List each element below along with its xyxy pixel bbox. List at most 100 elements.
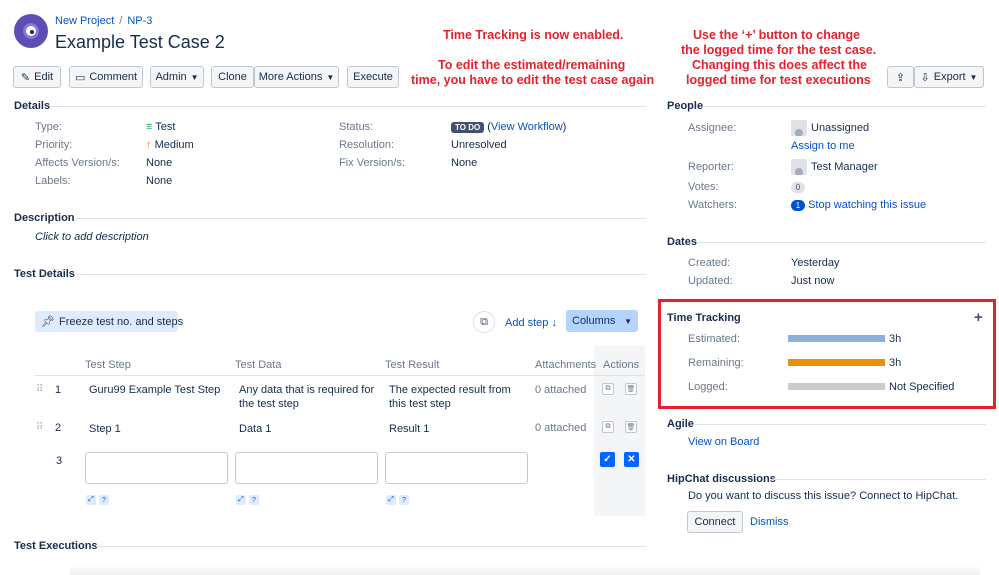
test-result-cell[interactable]: The expected result from this test step	[389, 383, 529, 411]
share-icon: ⇪	[895, 71, 906, 84]
annotation-line: the logged time for the test case.	[681, 43, 877, 57]
breadcrumb-project[interactable]: New Project	[55, 15, 114, 27]
affects-version-label: Affects Version/s:	[35, 157, 120, 169]
labels-label: Labels:	[35, 175, 71, 187]
remaining-value: 3h	[889, 357, 902, 369]
share-button[interactable]: ⇪	[887, 66, 914, 88]
copy-steps-button[interactable]: ⧉	[473, 311, 495, 333]
help-icon[interactable]: ?	[399, 495, 409, 505]
execute-button[interactable]: Execute	[347, 66, 399, 88]
labels-value[interactable]: None	[146, 175, 172, 187]
cancel-step-button[interactable]: ✕	[624, 452, 639, 467]
view-on-board-link[interactable]: View on Board	[688, 436, 759, 448]
column-header: Attachments	[535, 359, 597, 371]
test-data-cell[interactable]: Any data that is required for the test s…	[239, 383, 379, 411]
details-heading: Details	[14, 100, 51, 112]
arrow-up-icon: ↑	[146, 139, 152, 151]
clone-step-icon[interactable]: ⧉	[602, 421, 614, 433]
column-header: Test Step	[85, 359, 131, 371]
pencil-icon: ✎	[20, 71, 31, 84]
export-button-label: Export	[933, 71, 966, 83]
breadcrumb-issue-key[interactable]: NP-3	[127, 15, 152, 27]
test-executions-heading: Test Executions	[14, 540, 98, 552]
help-icon[interactable]: ⤢	[386, 495, 396, 505]
test-step-cell[interactable]: Step 1	[89, 422, 121, 436]
clone-button[interactable]: Clone	[211, 66, 254, 88]
annotation-line: time, you have to edit the test case aga…	[411, 73, 655, 87]
export-button[interactable]: ⇩ Export ▼	[914, 66, 984, 88]
new-step-input[interactable]	[85, 452, 228, 484]
comment-button[interactable]: ▭ Comment	[69, 66, 143, 88]
test-result-cell[interactable]: Result 1	[389, 422, 429, 436]
step-number: 3	[56, 455, 63, 467]
issue-title[interactable]: Example Test Case 2	[55, 32, 225, 53]
check-icon: ✓	[603, 454, 612, 465]
help-icon[interactable]: ?	[249, 495, 259, 505]
admin-button[interactable]: Admin ▼	[150, 66, 204, 88]
attachments-cell[interactable]: 0 attached	[535, 383, 586, 397]
chevron-down-icon: ▼	[969, 72, 978, 82]
column-header: Test Data	[235, 359, 282, 371]
project-avatar[interactable]	[14, 14, 48, 48]
expand-icon[interactable]: ⤢	[236, 495, 246, 505]
drag-handle-icon[interactable]: ⠿	[36, 384, 43, 395]
breadcrumb-separator: /	[119, 15, 123, 27]
confirm-step-button[interactable]: ✓	[600, 452, 615, 467]
clone-step-icon[interactable]: ⧉	[602, 383, 614, 395]
edit-button[interactable]: ✎ Edit	[13, 66, 61, 88]
close-icon: ✕	[627, 454, 636, 465]
resolution-value: Unresolved	[451, 139, 507, 151]
status-badge: TO DO	[451, 122, 485, 133]
watchers-value[interactable]: 1 Stop watching this issue	[791, 199, 926, 211]
resolution-label: Resolution:	[339, 139, 395, 151]
description-heading: Description	[14, 212, 75, 224]
watchers-badge: 1	[791, 200, 805, 211]
stop-watching-link[interactable]: Stop watching this issue	[808, 199, 926, 211]
test-details-heading: Test Details	[14, 268, 75, 280]
remaining-bar	[788, 359, 885, 366]
edit-button-label: Edit	[34, 71, 54, 83]
assignee-value[interactable]: Unassigned	[811, 122, 869, 134]
new-data-input[interactable]	[235, 452, 378, 484]
divider	[695, 424, 986, 425]
divider	[35, 375, 645, 376]
column-header: Test Result	[385, 359, 440, 371]
status-label: Status:	[339, 121, 374, 133]
user-avatar-icon	[791, 120, 807, 136]
more-actions-button[interactable]: More Actions ▼	[254, 66, 339, 88]
affects-version-value: None	[146, 157, 173, 169]
log-work-plus-icon[interactable]: +	[974, 309, 983, 326]
expand-icon[interactable]: ⤢	[86, 495, 96, 505]
connect-button-label: Connect	[694, 516, 736, 528]
trash-icon[interactable]: 🗑︎	[625, 421, 637, 433]
add-step-link[interactable]: Add step ↓	[505, 317, 557, 329]
more-actions-label: More Actions	[258, 71, 323, 83]
add-step-label: Add step	[505, 317, 549, 329]
new-result-input[interactable]	[385, 452, 528, 484]
assignee-label: Assignee:	[688, 122, 737, 134]
freeze-button[interactable]: 📌︎ Freeze test no. and steps	[35, 311, 183, 332]
trash-icon[interactable]: 🗑︎	[625, 383, 637, 395]
test-step-cell[interactable]: Guru99 Example Test Step	[89, 383, 229, 397]
test-data-cell[interactable]: Data 1	[239, 422, 271, 436]
help-icon[interactable]: ?	[99, 495, 109, 505]
reporter-value[interactable]: Test Manager	[811, 161, 878, 173]
estimated-bar	[788, 335, 885, 342]
priority-value: ↑ Medium	[146, 139, 194, 151]
description-placeholder[interactable]: Click to add description	[35, 231, 149, 243]
annotation-line: Use the ‘+’ button to change	[693, 28, 861, 42]
votes-value[interactable]: 0	[791, 181, 805, 193]
clone-button-label: Clone	[218, 71, 247, 83]
user-avatar-icon	[791, 159, 807, 175]
columns-button[interactable]: Columns ▼	[566, 310, 638, 332]
assign-to-me-link[interactable]: Assign to me	[791, 140, 855, 152]
drag-handle-icon[interactable]: ⠿	[36, 422, 43, 433]
copy-icon: ⧉	[480, 315, 488, 328]
connect-button[interactable]: Connect	[687, 511, 743, 533]
admin-button-label: Admin	[155, 71, 187, 83]
estimated-label: Estimated:	[688, 333, 740, 345]
view-workflow-link[interactable]: View Workflow	[491, 121, 563, 133]
dismiss-link[interactable]: Dismiss	[750, 516, 789, 528]
annotation-line: logged time for test executions	[686, 73, 871, 87]
attachments-cell[interactable]: 0 attached	[535, 421, 586, 435]
